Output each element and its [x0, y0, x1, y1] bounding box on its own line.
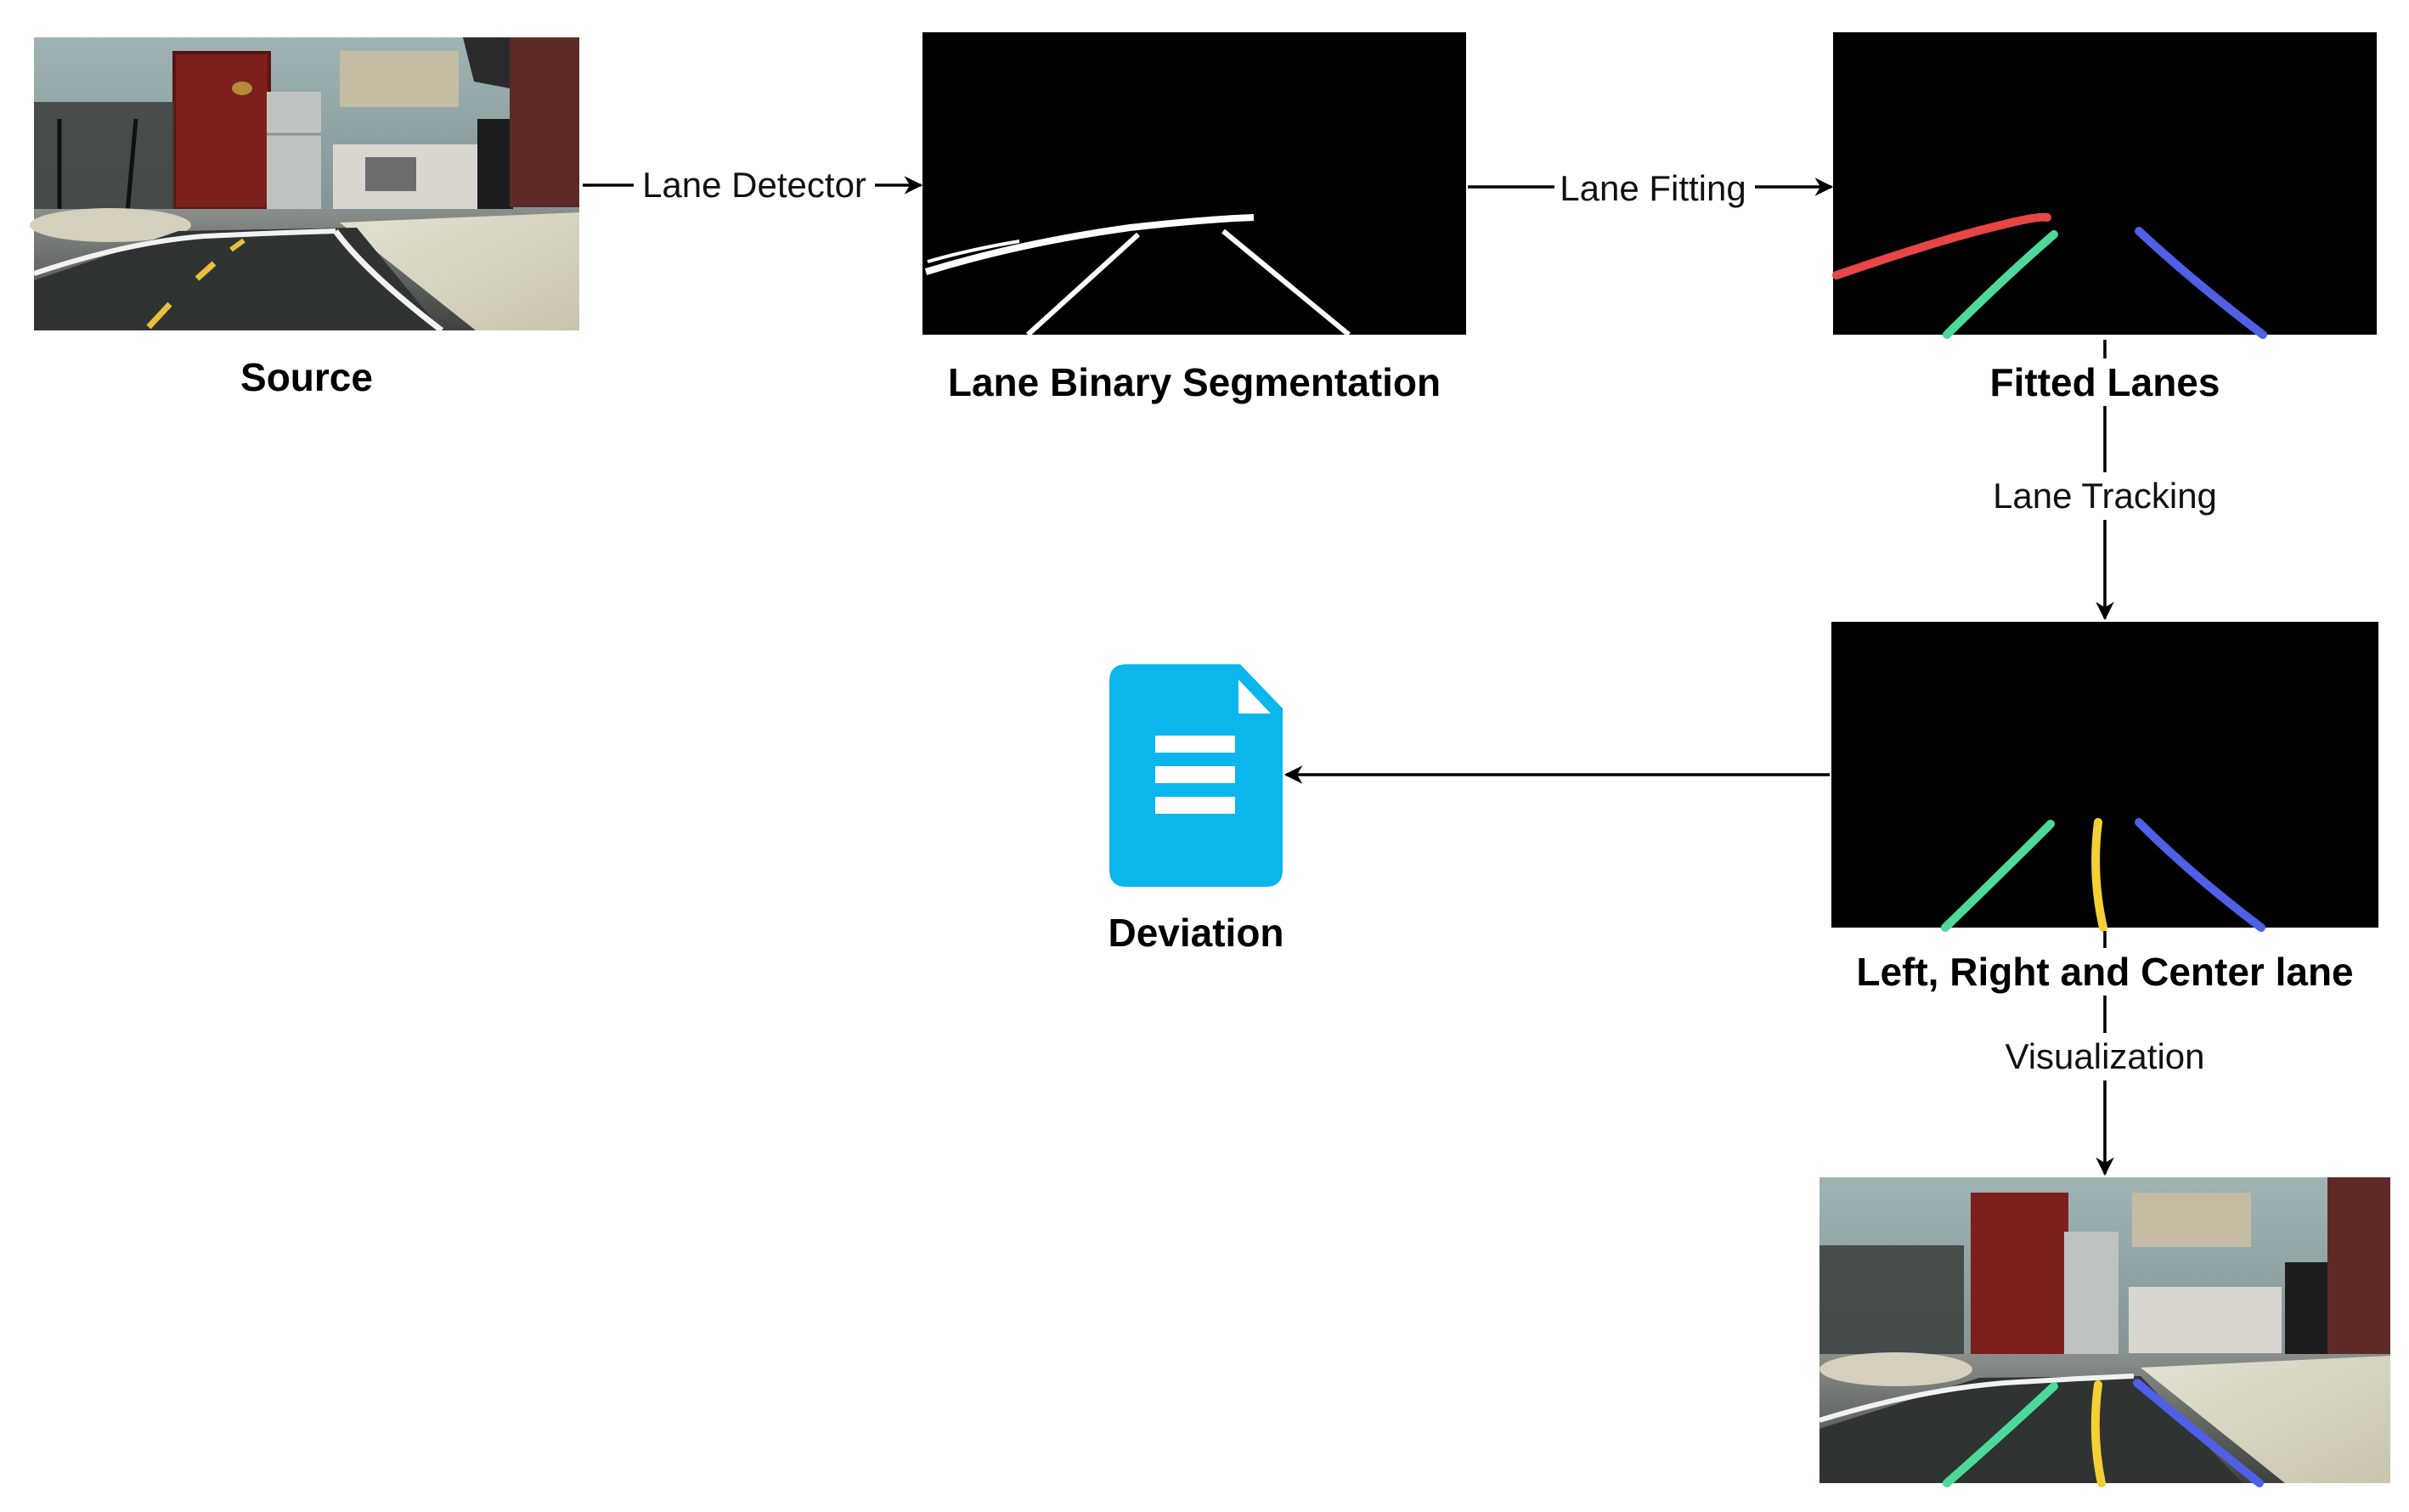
source-image [30, 37, 579, 333]
tracked-lanes-label: Left, Right and Center lane [1856, 950, 2353, 994]
edge-label-lane-tracking: Lane Tracking [1993, 476, 2217, 516]
fitted-lanes-image [1832, 32, 2377, 339]
source-label: Source [240, 355, 373, 399]
deviation-label: Deviation [1108, 911, 1283, 955]
binary-segmentation-image [922, 32, 1466, 337]
tracked-lanes-image [1831, 622, 2378, 932]
binary-segmentation-label: Lane Binary Segmentation [948, 360, 1441, 404]
edge-label-lane-fitting: Lane Fitting [1560, 168, 1746, 208]
visualization-image [1819, 1177, 2390, 1487]
edge-label-lane-detector: Lane Detector [642, 165, 866, 205]
edge-label-visualization: Visualization [2005, 1036, 2204, 1076]
fitted-lanes-label: Fitted Lanes [1990, 360, 2220, 404]
pipeline-diagram: Lane Detector Lane Fitting Lane Tracking… [30, 32, 2390, 1487]
document-icon [1109, 664, 1283, 887]
